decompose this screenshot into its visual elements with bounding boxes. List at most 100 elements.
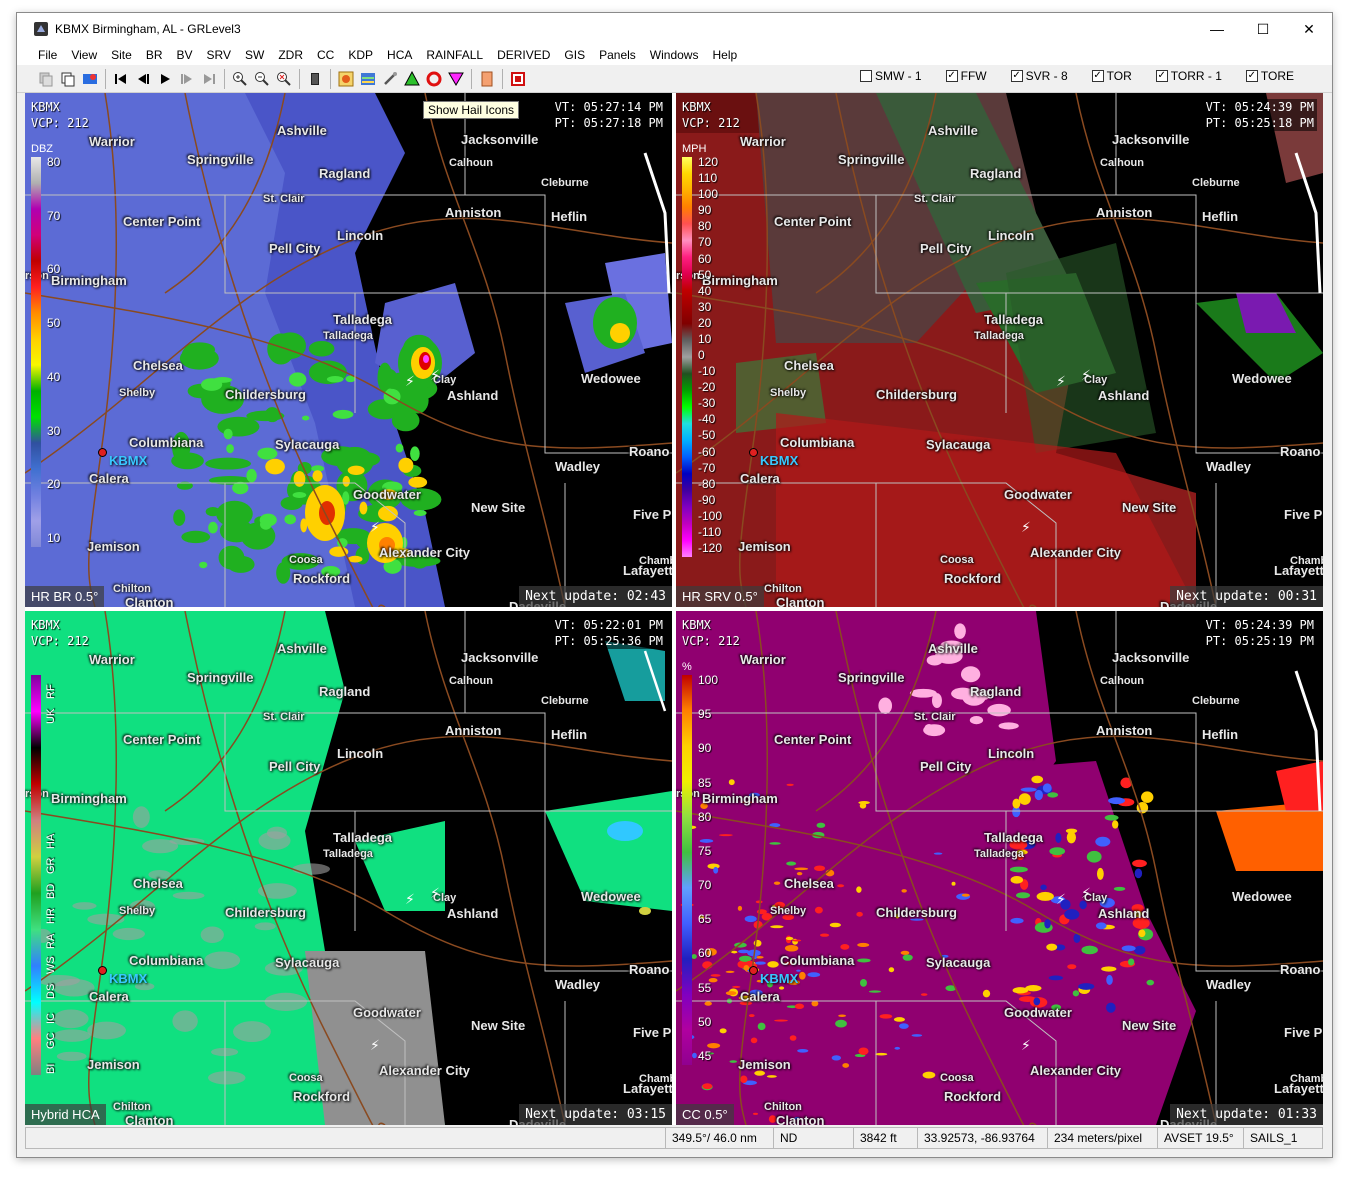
- city-label: Childersburg: [225, 387, 306, 402]
- toolbar: SMW - 1 ✓ FFW ✓ SVR - 8 ✓ TOR ✓ TORR - 1 ✓ TO…: [17, 65, 1332, 93]
- legend-unit: %: [682, 661, 692, 673]
- city-label: Lafayett: [623, 1081, 672, 1096]
- checkbox[interactable]: [859, 70, 872, 82]
- legend-label: 80: [698, 809, 712, 824]
- radar-pane-br[interactable]: Ashville Warrior Jacksonville Springville Ca…: [25, 93, 672, 607]
- radar-pane-hca[interactable]: Ashville Warrior Jacksonville Springville Ca…: [25, 611, 672, 1125]
- city-label: Talladega: [974, 330, 1024, 342]
- next-update: Next update: 00:31: [1170, 586, 1323, 607]
- city-label: Springville: [187, 152, 254, 167]
- city-label: Ragland: [970, 166, 1022, 181]
- menu-help[interactable]: Help: [705, 45, 744, 65]
- menu-kdp[interactable]: KDP: [341, 45, 380, 65]
- product-label[interactable]: HR BR 0.5°: [25, 586, 105, 607]
- product-label[interactable]: CC 0.5°: [676, 1104, 734, 1125]
- copy-icon[interactable]: [35, 68, 57, 90]
- tooltip: Show Hail Icons: [423, 101, 520, 119]
- menu-site[interactable]: Site: [104, 45, 139, 65]
- legend-label: 60: [47, 262, 61, 277]
- legend-label: 0: [698, 348, 705, 362]
- warnings-table-icon[interactable]: [357, 68, 379, 90]
- warning-toggle-ffw[interactable]: ✓ FFW: [945, 69, 987, 83]
- last-frame-icon[interactable]: [198, 68, 220, 90]
- warning-toggle-tore[interactable]: ✓ TORE: [1245, 69, 1294, 83]
- city-label: Alexander City: [379, 1063, 471, 1078]
- layer-icon[interactable]: [304, 68, 326, 90]
- radar-pane-cc[interactable]: Ashville Warrior Jacksonville Springville Ca…: [676, 611, 1323, 1125]
- menu-bv[interactable]: BV: [170, 45, 200, 65]
- first-frame-icon[interactable]: [110, 68, 132, 90]
- menu-view[interactable]: View: [64, 45, 104, 65]
- menu-zdr[interactable]: ZDR: [271, 45, 310, 65]
- warning-toggle-torr[interactable]: ✓ TORR - 1: [1155, 69, 1222, 83]
- stop-icon[interactable]: [507, 68, 529, 90]
- valid-time: VT: 05:22:01 PM: [551, 617, 666, 633]
- city-label: Clanton: [776, 1113, 825, 1125]
- measure-icon[interactable]: [379, 68, 401, 90]
- radar-site-marker[interactable]: [98, 966, 107, 975]
- color-legend: RF UK HA GR BD HR RA WS DS IC GC BI: [29, 667, 81, 1075]
- menu-windows[interactable]: Windows: [643, 45, 706, 65]
- radar-site-marker[interactable]: [749, 966, 758, 975]
- prev-frame-icon[interactable]: [132, 68, 154, 90]
- close-button[interactable]: ✕: [1286, 13, 1332, 45]
- zoom-in-icon[interactable]: [229, 68, 251, 90]
- warning-toggle-svr[interactable]: ✓ SVR - 8: [1010, 69, 1068, 83]
- city-label: Jemison: [87, 1057, 140, 1072]
- menu-hca[interactable]: HCA: [380, 45, 419, 65]
- valid-time: VT: 05:24:39 PM: [1202, 99, 1317, 115]
- city-label: Ashville: [277, 641, 327, 656]
- menu-derived[interactable]: DERIVED: [490, 45, 557, 65]
- menu-rainfall[interactable]: RAINFALL: [419, 45, 490, 65]
- product-label[interactable]: HR SRV 0.5°: [676, 586, 764, 607]
- radar-site-label: KBMX: [760, 971, 799, 986]
- menu-gis[interactable]: GIS: [557, 45, 592, 65]
- checkbox[interactable]: ✓: [1245, 70, 1258, 82]
- city-label: Calhoun: [1100, 675, 1144, 687]
- duplicate-icon[interactable]: [57, 68, 79, 90]
- mesocyclone-icon[interactable]: [401, 68, 423, 90]
- menu-br[interactable]: BR: [139, 45, 170, 65]
- city-label: Five P: [1284, 1025, 1323, 1040]
- menu-panels[interactable]: Panels: [592, 45, 643, 65]
- legend-label: 50: [698, 1014, 712, 1029]
- show-hail-icons-icon[interactable]: [445, 68, 467, 90]
- checkbox[interactable]: ✓: [1091, 70, 1104, 82]
- city-label: Chilton: [764, 583, 802, 595]
- city-label: Warrior: [89, 134, 135, 149]
- zoom-out-icon[interactable]: [251, 68, 273, 90]
- city-label: Childersburg: [876, 387, 957, 402]
- warning-filters: SMW - 1 ✓ FFW ✓ SVR - 8 ✓ TOR ✓ TORR - 1 ✓ TO…: [859, 69, 1294, 83]
- legend-label: RF: [45, 684, 57, 699]
- menu-sw[interactable]: SW: [238, 45, 271, 65]
- maximize-button[interactable]: ☐: [1240, 13, 1286, 45]
- menu-cc[interactable]: CC: [310, 45, 341, 65]
- process-time: PT: 05:25:19 PM: [1202, 633, 1317, 649]
- city-label: Chelsea: [133, 876, 183, 891]
- zoom-reset-icon[interactable]: [273, 68, 295, 90]
- warning-toggle-tor[interactable]: ✓ TOR: [1091, 69, 1132, 83]
- checkbox[interactable]: ✓: [1155, 70, 1168, 82]
- play-icon[interactable]: [154, 68, 176, 90]
- checkbox[interactable]: ✓: [1010, 70, 1023, 82]
- radar-site-marker[interactable]: [98, 448, 107, 457]
- minimize-button[interactable]: —: [1194, 13, 1240, 45]
- storm-tracks-icon[interactable]: [335, 68, 357, 90]
- color-table-icon[interactable]: [79, 68, 101, 90]
- checkbox[interactable]: ✓: [945, 70, 958, 82]
- product-label[interactable]: Hybrid HCA: [25, 1104, 106, 1125]
- menu-file[interactable]: File: [31, 45, 64, 65]
- legend-label: 40: [47, 369, 61, 384]
- radar-site-label: KBMX: [109, 453, 148, 468]
- tvs-icon[interactable]: [423, 68, 445, 90]
- legend-label: -70: [698, 460, 716, 475]
- next-frame-icon[interactable]: [176, 68, 198, 90]
- legend-label: 70: [698, 235, 712, 250]
- radar-pane-srv[interactable]: Ashville Warrior Jacksonville Springville Ca…: [676, 93, 1323, 607]
- warning-toggle-smw[interactable]: SMW - 1: [859, 69, 922, 83]
- radar-site-marker[interactable]: [749, 448, 758, 457]
- color-icon[interactable]: [476, 68, 498, 90]
- site-info: KBMX VCP: 212: [682, 99, 740, 131]
- city-label: Wedowee: [1232, 889, 1292, 904]
- menu-srv[interactable]: SRV: [200, 45, 238, 65]
